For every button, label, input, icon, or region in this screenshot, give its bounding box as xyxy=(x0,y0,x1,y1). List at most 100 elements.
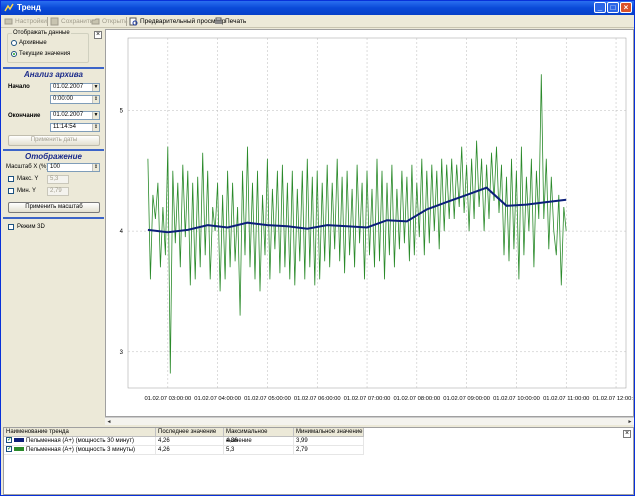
table-row[interactable]: Пельменная (A+) (мощность 3 минуты) xyxy=(4,445,156,455)
start-time-value: 0:00:00 xyxy=(53,96,74,102)
print-preview-button[interactable]: Предварительный просмотр xyxy=(129,16,226,27)
series-color-swatch xyxy=(14,447,24,452)
archive-radio-option[interactable]: Архивные xyxy=(11,40,47,46)
x-tick-label: 01.02.07 03:00:00 xyxy=(144,396,191,402)
min-y-checkbox[interactable] xyxy=(8,188,14,194)
printer-icon xyxy=(215,17,222,24)
x-tick-label: 01.02.07 04:00:00 xyxy=(194,396,241,402)
chevron-down-icon[interactable]: ▼ xyxy=(92,84,99,91)
toolbar-separator xyxy=(47,17,48,26)
trend-chart: 01.02.07 03:00:00 01.02.07 04:00:00 01.02.… xyxy=(120,37,635,402)
settings-label: Настройки xyxy=(15,18,47,25)
save-icon xyxy=(50,17,59,26)
row-checkbox[interactable] xyxy=(6,445,12,454)
end-date-value: 01.02.2007 xyxy=(53,112,84,118)
panel-close-icon[interactable]: × xyxy=(94,31,102,39)
y-tick-label: 4 xyxy=(120,229,124,235)
scale-x-label: Масштаб X (%) xyxy=(6,164,49,170)
scale-x-value: 100 xyxy=(50,164,61,170)
table-row[interactable]: Пельменная (A+) (мощность 30 минут) xyxy=(4,436,156,446)
min-y-label: Мин. Y xyxy=(17,188,36,194)
start-date-combo[interactable]: 01.02.2007 ▼ xyxy=(50,83,100,92)
row-checkbox[interactable] xyxy=(6,436,12,445)
scroll-left-icon[interactable]: ◄ xyxy=(105,418,113,426)
preview-icon xyxy=(129,17,138,26)
current-values-radio[interactable] xyxy=(11,51,17,57)
x-tick-label: 01.02.07 10:00:00 xyxy=(493,396,540,402)
display-data-group: Отображать данные Архивные Текущие значе… xyxy=(7,30,89,63)
archive-radio-label: Архивные xyxy=(19,40,47,46)
start-label: Начало xyxy=(8,84,30,90)
mode-3d-checkbox[interactable] xyxy=(8,224,14,230)
archive-radio[interactable] xyxy=(11,40,17,46)
max-y-label: Макс. Y xyxy=(17,176,39,182)
scale-x-spinner[interactable]: 100 ⇕ xyxy=(47,163,100,172)
scroll-right-icon[interactable]: ► xyxy=(626,418,634,426)
trend-name: Пельменная (A+) (мощность 30 минут) xyxy=(26,438,135,444)
column-header-name[interactable]: Наименование тренда xyxy=(4,428,156,437)
section-divider xyxy=(3,67,104,69)
spinner-icon[interactable]: ⇕ xyxy=(92,164,99,171)
close-button[interactable]: × xyxy=(620,2,632,13)
spinner-icon[interactable]: ⇕ xyxy=(92,96,99,103)
max-value-cell: 5,3 xyxy=(224,446,294,455)
trend-table: Наименование тренда Последнее значение М… xyxy=(3,427,634,495)
toolbar-separator xyxy=(126,17,127,26)
toolbar: Настройки Сохранить Открыть Предваритель… xyxy=(1,15,634,28)
start-time-spinner[interactable]: 0:00:00 ⇕ xyxy=(50,95,100,104)
section-divider xyxy=(3,149,104,151)
window-title: Тренд xyxy=(17,3,41,12)
x-tick-label: 01.02.07 09:00:00 xyxy=(443,396,490,402)
current-values-radio-label: Текущие значения xyxy=(19,51,71,57)
open-button[interactable]: Открыть xyxy=(91,16,128,27)
max-y-input[interactable]: 5,3 xyxy=(47,175,69,184)
horizontal-scrollbar[interactable]: ◄ ► xyxy=(105,417,634,425)
trend-app-icon xyxy=(4,3,14,12)
spinner-icon[interactable]: ⇕ xyxy=(92,124,99,131)
trend-name: Пельменная (A+) (мощность 3 минуты) xyxy=(26,447,136,453)
column-header-max[interactable]: Максимальное значение xyxy=(224,428,294,444)
min-value-cell: 2,79 xyxy=(294,446,364,455)
max-y-checkbox[interactable] xyxy=(8,176,14,182)
min-y-input[interactable]: 2,79 xyxy=(47,187,69,196)
end-time-spinner[interactable]: 11:14:54 ⇕ xyxy=(50,123,100,132)
x-tick-label: 01.02.07 05:00:00 xyxy=(244,396,291,402)
table-close-icon[interactable]: × xyxy=(623,430,631,438)
start-date-value: 01.02.2007 xyxy=(53,84,84,90)
current-values-radio-option[interactable]: Текущие значения xyxy=(11,51,70,57)
display-title: Отображение xyxy=(25,152,82,161)
column-header-last[interactable]: Последнее значение xyxy=(156,428,224,437)
last-value-cell: 4,26 xyxy=(156,437,224,446)
column-header-min[interactable]: Минимальное значение xyxy=(294,428,364,437)
end-label: Окончание xyxy=(8,113,41,119)
open-folder-icon xyxy=(91,18,100,25)
last-value-cell: 4,26 xyxy=(156,446,224,455)
apply-dates-button[interactable]: Применить даты xyxy=(8,135,100,146)
apply-scale-button[interactable]: Применить масштаб xyxy=(8,202,100,213)
open-label: Открыть xyxy=(102,18,128,25)
chevron-down-icon[interactable]: ▼ xyxy=(92,112,99,119)
trend-chart-area[interactable]: 01.02.07 03:00:00 01.02.07 04:00:00 01.02.… xyxy=(105,29,635,417)
x-tick-label: 01.02.07 11:00:00 xyxy=(543,396,589,402)
section-divider xyxy=(3,217,104,219)
end-date-combo[interactable]: 01.02.2007 ▼ xyxy=(50,111,100,120)
end-time-value: 11:14:54 xyxy=(53,124,76,130)
title-bar[interactable]: Тренд _ □ × xyxy=(1,1,634,15)
x-tick-label: 01.02.07 06:00:00 xyxy=(294,396,341,402)
y-tick-label: 5 xyxy=(120,108,124,114)
y-tick-label: 3 xyxy=(120,350,124,356)
print-label: Печать xyxy=(225,18,247,25)
save-label: Сохранить xyxy=(61,18,94,25)
save-button[interactable]: Сохранить xyxy=(50,16,93,27)
settings-button[interactable]: Настройки xyxy=(4,16,47,27)
print-preview-label: Предварительный просмотр xyxy=(140,18,226,25)
minimize-button[interactable]: _ xyxy=(594,2,606,13)
x-tick-label: 01.02.07 12:00:00 xyxy=(593,396,633,402)
print-button[interactable]: Печать xyxy=(214,16,246,27)
plot-frame xyxy=(127,37,627,389)
settings-icon xyxy=(4,18,13,25)
x-tick-label: 01.02.07 07:00:00 xyxy=(344,396,391,402)
left-panel: Отображать данные Архивные Текущие значе… xyxy=(3,29,104,421)
maximize-button[interactable]: □ xyxy=(607,2,619,13)
x-tick-label: 01.02.07 08:00:00 xyxy=(393,396,440,402)
